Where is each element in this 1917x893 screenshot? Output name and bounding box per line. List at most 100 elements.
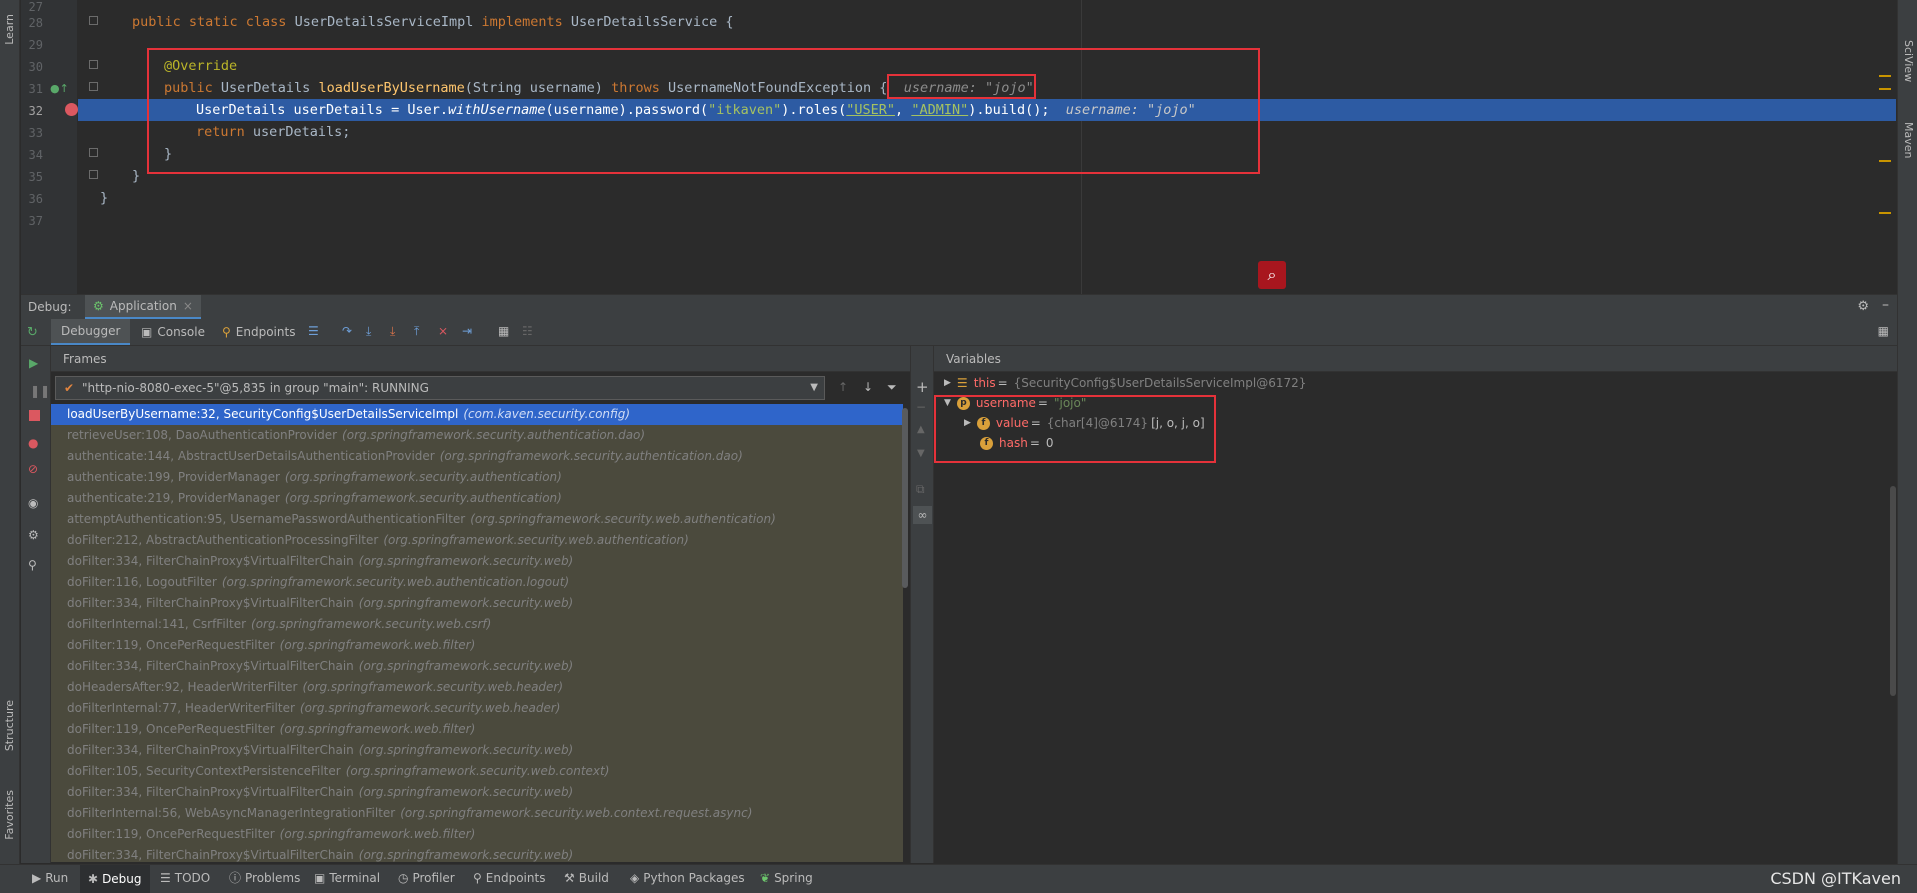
variables-title: Variables (946, 352, 1001, 366)
frame-row[interactable]: attemptAuthentication:95, UsernamePasswo… (51, 509, 903, 530)
force-step-into-icon[interactable]: ⤓ (390, 324, 395, 339)
stop-icon[interactable] (29, 410, 40, 421)
frame-package: (com.kaven.security.config) (463, 407, 631, 421)
frame-row[interactable]: doFilter:334, FilterChainProxy$VirtualFi… (51, 740, 903, 761)
frame-row[interactable]: authenticate:199, ProviderManager (org.sp… (51, 467, 903, 488)
tab-debugger-label: Debugger (61, 324, 121, 338)
tab-profiler[interactable]: ◷ Profiler (398, 871, 455, 885)
fold-icon[interactable] (89, 148, 98, 157)
implementation-gutter-icon[interactable]: ●↑ (50, 82, 69, 95)
tab-spring-label: Spring (774, 871, 813, 885)
step-over-icon[interactable]: ↷ (342, 324, 352, 338)
tab-python-packages[interactable]: ◈ Python Packages (630, 871, 745, 885)
endpoints-icon: ⚲ (222, 325, 231, 339)
frame-package: (org.springframework.web.filter) (279, 827, 476, 841)
frame-row[interactable]: doFilter:334, FilterChainProxy$VirtualFi… (51, 656, 903, 677)
tab-terminal[interactable]: ▣ Terminal (314, 871, 380, 885)
breakpoint-icon[interactable] (65, 103, 78, 116)
left-tool-strip: Learn Structure Favorites (0, 0, 20, 873)
menu-lines-icon[interactable]: ☰ (308, 324, 319, 338)
search-icon[interactable]: ⌕ (1258, 261, 1286, 289)
frame-row[interactable]: doFilter:119, OncePerRequestFilter (org.s… (51, 824, 903, 845)
close-icon[interactable]: × (183, 300, 193, 312)
pin-icon[interactable]: ⚲ (28, 558, 37, 572)
frames-scrollbar[interactable] (902, 408, 908, 588)
show-watches-icon[interactable]: ∞ (913, 506, 932, 524)
session-name: Application (109, 299, 177, 313)
tab-problems[interactable]: ⓘ Problems (229, 871, 300, 885)
tab-application-session[interactable]: ⚙ Application × (85, 295, 201, 319)
chevron-right-icon[interactable]: ▶ (944, 378, 951, 388)
frame-row[interactable]: doFilter:334, FilterChainProxy$VirtualFi… (51, 593, 903, 614)
tab-endpoints-bottom[interactable]: ⚲ Endpoints (473, 871, 545, 885)
pause-icon[interactable]: ❚❚ (30, 384, 50, 398)
frame-row[interactable]: doFilterInternal:141, CsrfFilter (org.spr… (51, 614, 903, 635)
frame-row[interactable]: doFilter:119, OncePerRequestFilter (org.s… (51, 719, 903, 740)
fold-icon[interactable] (89, 60, 98, 69)
mute-breakpoints-icon[interactable]: ⊘ (28, 462, 38, 476)
frames-panel: Frames ✔ "http-nio-8080-exec-5"@5,835 in… (51, 346, 910, 863)
frame-row[interactable]: authenticate:219, ProviderManager (org.sp… (51, 488, 903, 509)
fold-icon[interactable] (89, 170, 98, 179)
tab-endpoints[interactable]: ⚲ Endpoints (222, 319, 295, 345)
tab-build-label: Build (578, 871, 609, 885)
minimize-icon[interactable]: – (1882, 297, 1889, 313)
error-stripe-mark[interactable] (1879, 212, 1891, 214)
tab-todo[interactable]: ☰ TODO (160, 871, 210, 885)
debug-label: Debug: (28, 300, 72, 314)
line-number: 37 (28, 214, 43, 228)
run-to-cursor-icon[interactable]: ⇥ (462, 324, 472, 338)
frame-row[interactable]: doHeadersAfter:92, HeaderWriterFilter (or… (51, 677, 903, 698)
thread-selector[interactable]: ✔ "http-nio-8080-exec-5"@5,835 in group … (55, 376, 825, 400)
tab-debugger[interactable]: Debugger (51, 319, 131, 345)
fold-icon[interactable] (89, 82, 98, 91)
frame-row[interactable]: doFilter:334, FilterChainProxy$VirtualFi… (51, 845, 903, 866)
drop-frame-icon[interactable]: ⨯ (438, 324, 448, 338)
camera-icon[interactable]: ◉ (28, 496, 38, 510)
frame-package: (org.springframework.security.web) (358, 554, 574, 568)
highlight-box-method (147, 48, 1260, 174)
fold-icon[interactable] (89, 16, 98, 25)
structure-tab[interactable]: Structure (3, 700, 16, 751)
step-into-icon[interactable]: ⤓ (366, 324, 371, 339)
favorites-tab[interactable]: Favorites (3, 790, 16, 840)
tab-console[interactable]: ▣ Console (141, 319, 205, 345)
frame-row[interactable]: doFilter:334, FilterChainProxy$VirtualFi… (51, 551, 903, 572)
gear-icon[interactable]: ⚙ (1857, 299, 1869, 314)
code-editor[interactable]: 27 28 30 29 31 32 33 34 35 36 37 ●↑ publ… (21, 0, 1897, 294)
frame-row[interactable]: doFilter:116, LogoutFilter (org.springfra… (51, 572, 903, 593)
frame-row[interactable]: doFilter:119, OncePerRequestFilter (org.s… (51, 635, 903, 656)
frame-row[interactable]: doFilterInternal:77, HeaderWriterFilter (… (51, 698, 903, 719)
frame-row[interactable]: doFilter:212, AbstractAuthenticationProc… (51, 530, 903, 551)
frame-package: (org.springframework.web.filter) (279, 638, 476, 652)
layout-icon[interactable]: ▦ (1878, 324, 1889, 338)
frame-row[interactable]: authenticate:144, AbstractUserDetailsAut… (51, 446, 903, 467)
frame-row-selected[interactable]: loadUserByUsername:32, SecurityConfig$Us… (51, 404, 903, 425)
tab-run[interactable]: ▶ Run (32, 871, 68, 885)
settings-icon[interactable]: ⚙ (28, 528, 39, 542)
filter-icon[interactable]: ⏷ (887, 380, 897, 395)
tab-build[interactable]: ⚒ Build (564, 871, 609, 885)
sciview-tab[interactable]: SciView (1902, 40, 1915, 82)
evaluate-table-icon[interactable]: ▦ (498, 324, 509, 338)
tab-debug[interactable]: ✱ Debug (80, 865, 150, 893)
arrow-down-icon[interactable]: ↓ (863, 380, 873, 394)
maven-tab[interactable]: Maven (1902, 122, 1915, 158)
error-stripe-mark[interactable] (1879, 75, 1891, 77)
frame-row[interactable]: doFilter:105, SecurityContextPersistence… (51, 761, 903, 782)
error-stripe-mark[interactable] (1879, 88, 1891, 90)
frame-row[interactable]: doFilter:334, FilterChainProxy$VirtualFi… (51, 782, 903, 803)
learn-tab[interactable]: Learn (3, 14, 16, 45)
variables-scrollbar[interactable] (1890, 486, 1896, 696)
variable-this[interactable]: ▶ ☰ this = {SecurityConfig$UserDetailsSe… (944, 376, 1306, 390)
frame-row[interactable]: retrieveUser:108, DaoAuthenticationProvi… (51, 425, 903, 446)
arrow-up-icon[interactable]: ↑ (838, 380, 848, 394)
step-out-icon[interactable]: ⤒ (414, 324, 419, 339)
rerun-icon[interactable]: ↻ (27, 325, 38, 340)
add-watch-icon[interactable]: + (916, 378, 929, 396)
tab-spring[interactable]: ❦ Spring (760, 871, 813, 885)
error-stripe-mark[interactable] (1879, 160, 1891, 162)
resume-icon[interactable]: ▶ (29, 356, 38, 370)
frame-row[interactable]: doFilterInternal:56, WebAsyncManagerInte… (51, 803, 903, 824)
view-breakpoints-icon[interactable]: ● (28, 436, 38, 450)
